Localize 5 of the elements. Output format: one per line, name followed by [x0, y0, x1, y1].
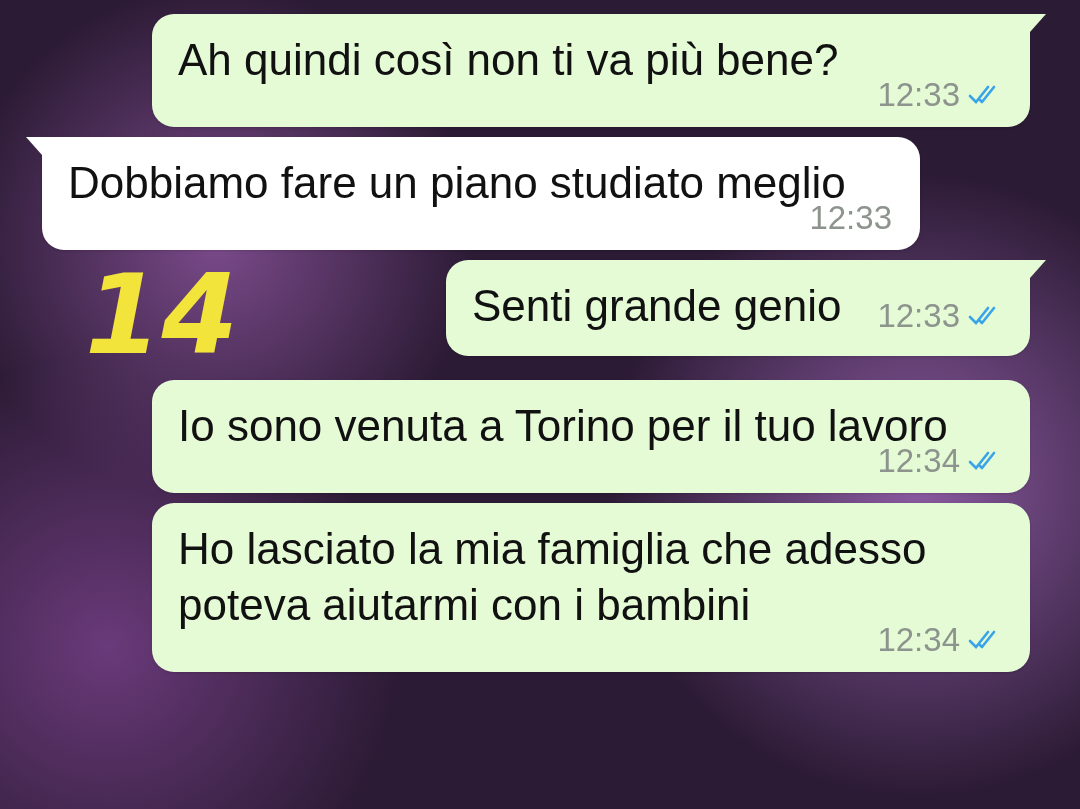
message-time: 12:33 — [877, 299, 960, 332]
handwritten-number: 14 — [85, 260, 239, 370]
message-time: 12:33 — [877, 78, 960, 111]
message-text: Senti grande genio — [472, 280, 842, 332]
message-text: Ah quindi così non ti va più bene? — [178, 34, 840, 86]
